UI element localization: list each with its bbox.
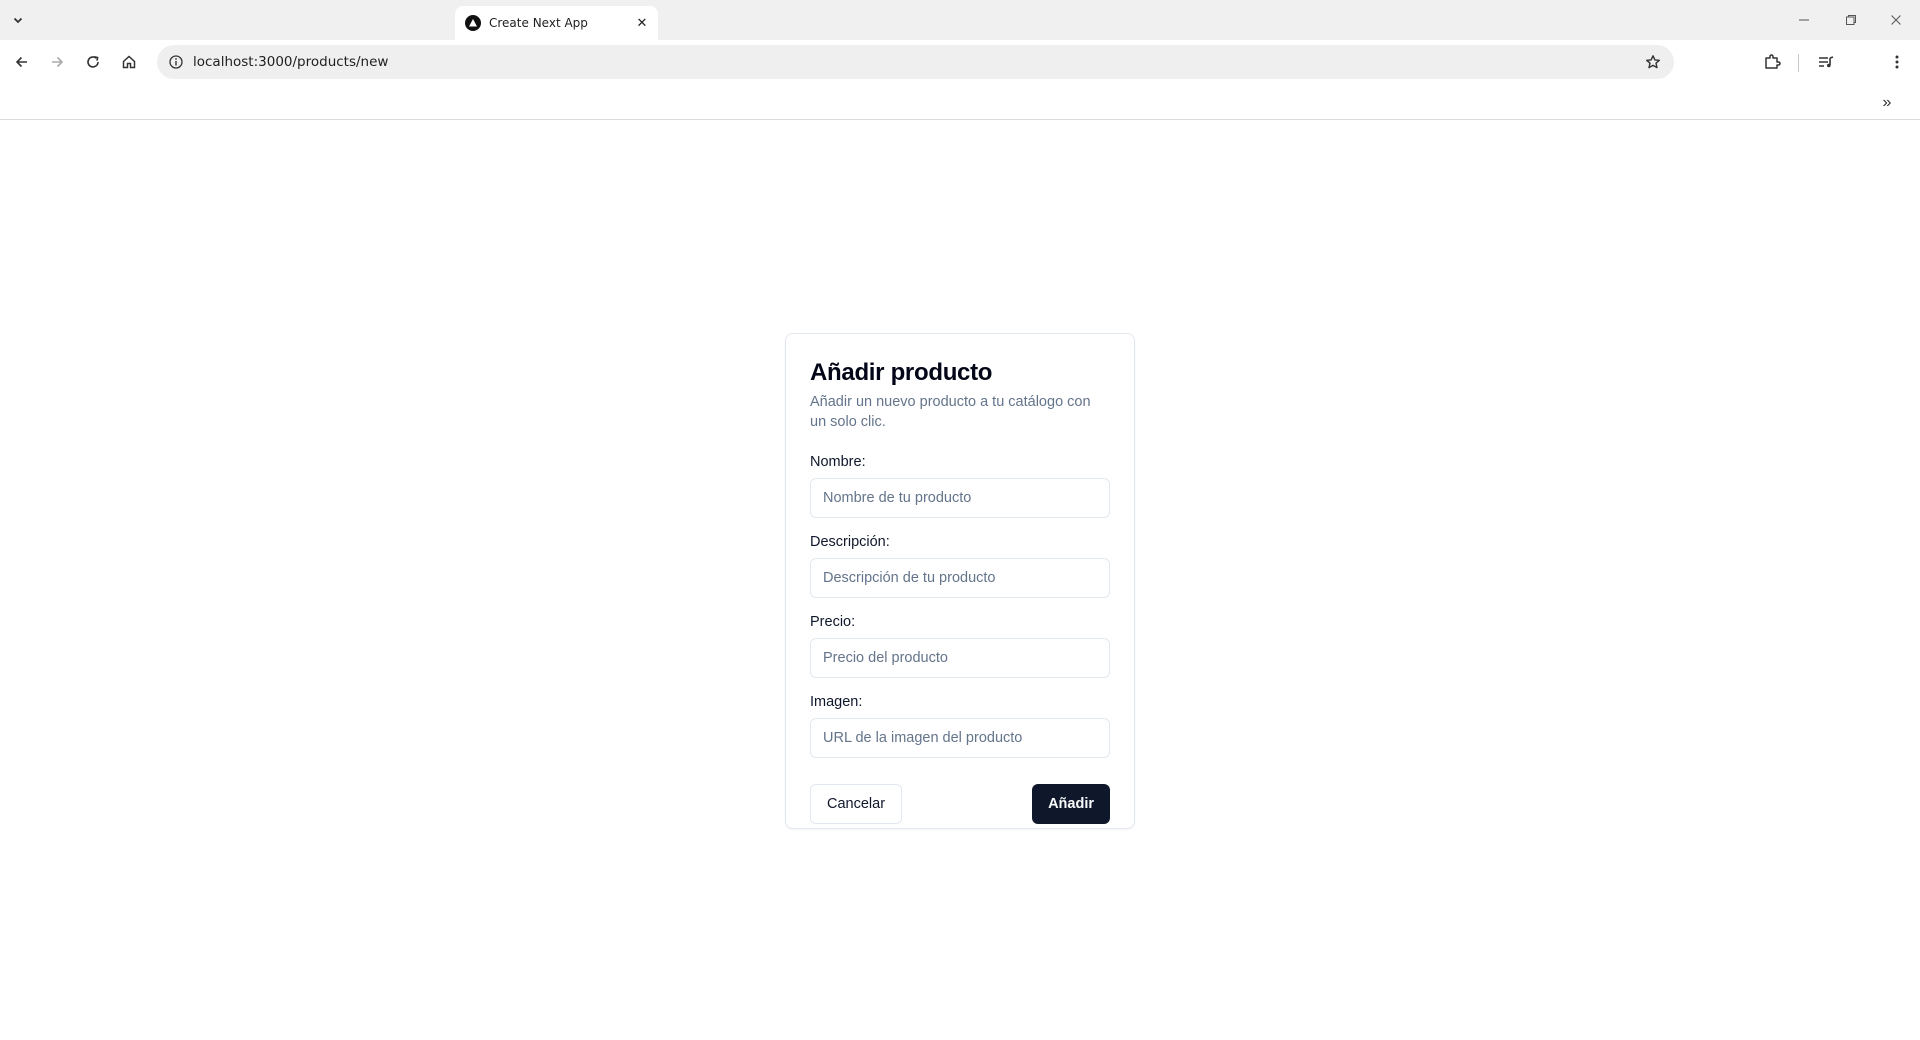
media-queue-icon xyxy=(1819,56,1834,68)
page-title: Añadir producto xyxy=(810,359,993,386)
tab-strip: Create Next App ✕ xyxy=(0,0,1920,40)
active-tab[interactable]: Create Next App ✕ xyxy=(455,6,658,40)
forward-button[interactable] xyxy=(42,47,72,77)
back-button[interactable] xyxy=(7,47,37,77)
price-field: Precio: xyxy=(810,612,1110,678)
card-description: Añadir un nuevo producto a tu catálogo c… xyxy=(810,394,1091,430)
nextjs-favicon-icon xyxy=(465,15,481,31)
tab-close-icon[interactable]: ✕ xyxy=(634,15,650,31)
menu-button[interactable] xyxy=(1882,47,1912,77)
extensions-button[interactable] xyxy=(1757,47,1787,77)
reload-button[interactable] xyxy=(78,47,108,77)
url-text[interactable]: localhost:3000/products/new xyxy=(193,45,388,79)
image-field: Imagen: xyxy=(810,692,1110,758)
form-actions: Cancelar Añadir xyxy=(810,784,1110,824)
tab-title: Create Next App xyxy=(489,16,588,30)
info-icon[interactable] xyxy=(167,53,185,71)
tab-search-button[interactable] xyxy=(4,6,32,34)
name-field: Nombre: xyxy=(810,452,1110,518)
price-input[interactable] xyxy=(810,638,1110,678)
image-url-input[interactable] xyxy=(810,718,1110,758)
reload-icon xyxy=(87,56,99,68)
double-chevron-icon[interactable]: » xyxy=(1876,92,1898,114)
chevron-down-icon xyxy=(13,17,23,24)
kebab-menu-icon xyxy=(1895,55,1899,69)
cancel-button[interactable]: Cancelar xyxy=(810,784,903,824)
star-icon[interactable] xyxy=(1644,53,1662,71)
description-field: Descripción: xyxy=(810,532,1110,598)
add-button[interactable]: Añadir xyxy=(1032,784,1110,824)
toolbar-separator xyxy=(1798,54,1799,72)
media-button[interactable] xyxy=(1811,47,1841,77)
description-input[interactable] xyxy=(810,558,1110,598)
minimize-icon[interactable] xyxy=(1790,8,1818,32)
puzzle-icon xyxy=(1765,54,1781,69)
forward-arrow-icon xyxy=(52,56,64,68)
home-button[interactable] xyxy=(114,47,144,77)
description-label: Descripción: xyxy=(810,534,890,550)
address-bar[interactable]: localhost:3000/products/new xyxy=(157,45,1674,79)
browser-toolbar: localhost:3000/products/new xyxy=(0,40,1920,86)
home-icon xyxy=(122,55,136,69)
close-window-icon[interactable] xyxy=(1882,8,1910,32)
name-input[interactable] xyxy=(810,478,1110,518)
price-label: Precio: xyxy=(810,614,856,630)
restore-icon[interactable] xyxy=(1837,8,1865,32)
name-label: Nombre: xyxy=(810,454,866,470)
back-arrow-icon xyxy=(15,56,27,68)
add-product-card: Añadir producto Añadir un nuevo producto… xyxy=(785,333,1135,829)
image-label: Imagen: xyxy=(810,694,863,710)
bookmarks-bar: » xyxy=(0,86,1920,120)
